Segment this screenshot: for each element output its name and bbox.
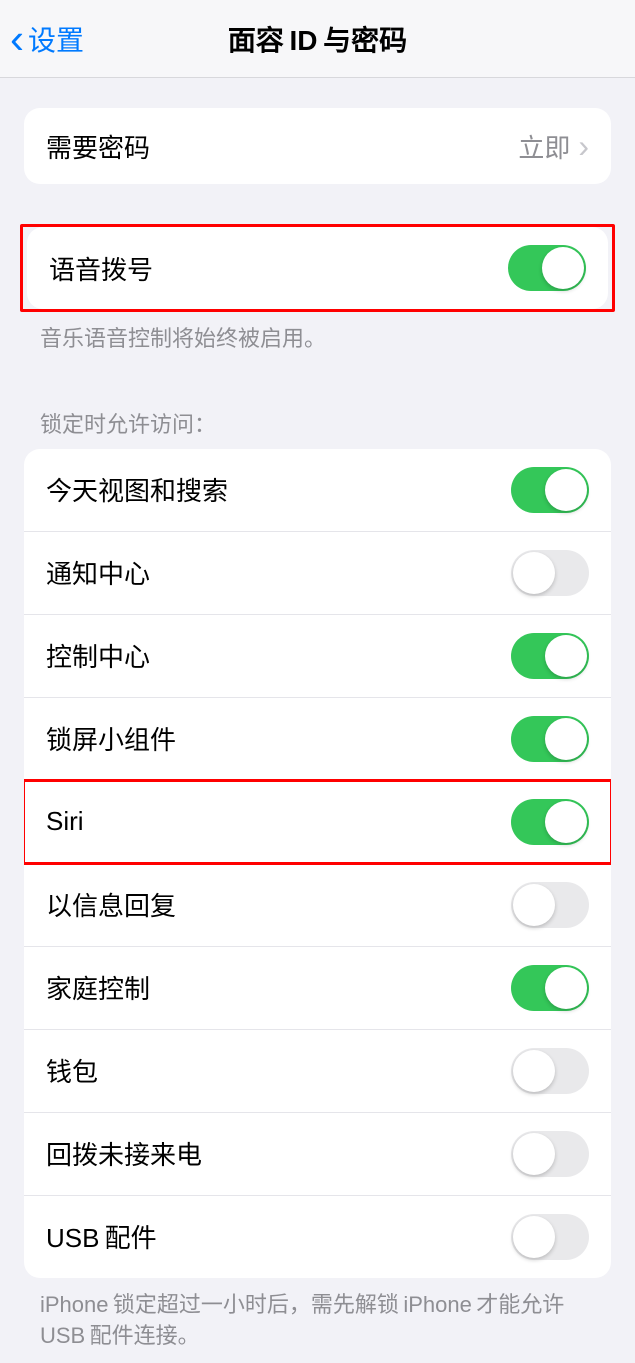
toggle-knob-icon [513,1216,555,1258]
lock-access-label: 钱包 [46,1052,98,1089]
lock-access-toggle[interactable] [511,799,589,845]
toggle-knob-icon [545,801,587,843]
back-button[interactable]: ‹ 设置 [10,18,84,60]
lock-access-toggle[interactable] [511,467,589,513]
toggle-knob-icon [542,247,584,289]
lock-access-toggle[interactable] [511,1131,589,1177]
lock-access-row: USB 配件 [24,1196,611,1278]
toggle-knob-icon [513,884,555,926]
lock-access-toggle[interactable] [511,965,589,1011]
lock-access-label: 控制中心 [46,637,150,674]
lock-access-toggle[interactable] [511,1048,589,1094]
lock-access-label: 锁屏小组件 [46,720,176,757]
lock-access-toggle[interactable] [511,550,589,596]
voice-dial-row: 语音拨号 [27,227,608,309]
lock-access-label: Siri [46,806,84,837]
require-passcode-row[interactable]: 需要密码 立即 › [24,108,611,184]
lock-access-row: 家庭控制 [24,947,611,1030]
lock-access-row: 钱包 [24,1030,611,1113]
lock-access-label: 以信息回复 [46,886,176,923]
voice-dial-group: 语音拨号 [27,227,608,309]
voice-dial-label: 语音拨号 [49,250,153,287]
lock-access-toggle[interactable] [511,633,589,679]
page-title: 面容 ID 与密码 [228,19,407,59]
toggle-knob-icon [545,718,587,760]
lock-access-label: USB 配件 [46,1218,157,1255]
lock-access-label: 回拨未接来电 [46,1135,202,1172]
lock-access-row: 锁屏小组件 [24,698,611,781]
lock-access-row: 回拨未接来电 [24,1113,611,1196]
header-bar: ‹ 设置 面容 ID 与密码 [0,0,635,78]
voice-dial-highlight: 语音拨号 [20,224,615,312]
lock-access-label: 通知中心 [46,554,150,591]
lock-access-label: 今天视图和搜索 [46,471,228,508]
voice-dial-footer: 音乐语音控制将始终被启用。 [0,312,635,367]
toggle-knob-icon [513,552,555,594]
chevron-left-icon: ‹ [10,18,24,60]
lock-access-label: 家庭控制 [46,969,150,1006]
lock-access-row: 控制中心 [24,615,611,698]
back-label: 设置 [28,19,84,59]
lock-access-row: 以信息回复 [24,864,611,947]
voice-dial-toggle[interactable] [508,245,586,291]
lock-access-footer: iPhone 锁定超过一小时后，需先解锁 iPhone 才能允许USB 配件连接… [0,1278,635,1363]
lock-access-row: 今天视图和搜索 [24,449,611,532]
lock-access-toggle[interactable] [511,716,589,762]
lock-access-group: 今天视图和搜索通知中心控制中心锁屏小组件 Siri 以信息回复家庭控制钱包回拨未接来… [24,449,611,1278]
lock-access-toggle[interactable] [511,882,589,928]
toggle-knob-icon [545,967,587,1009]
lock-access-row: 通知中心 [24,532,611,615]
chevron-right-icon: › [578,128,589,165]
lock-access-header: 锁定时允许访问： [0,407,635,449]
lock-access-row: Siri [24,781,611,864]
toggle-knob-icon [513,1133,555,1175]
toggle-knob-icon [545,469,587,511]
require-passcode-value: 立即 [518,128,570,165]
require-passcode-value-wrap: 立即 › [518,128,589,165]
toggle-knob-icon [545,635,587,677]
toggle-knob-icon [513,1050,555,1092]
passcode-group: 需要密码 立即 › [24,108,611,184]
require-passcode-label: 需要密码 [46,128,150,165]
